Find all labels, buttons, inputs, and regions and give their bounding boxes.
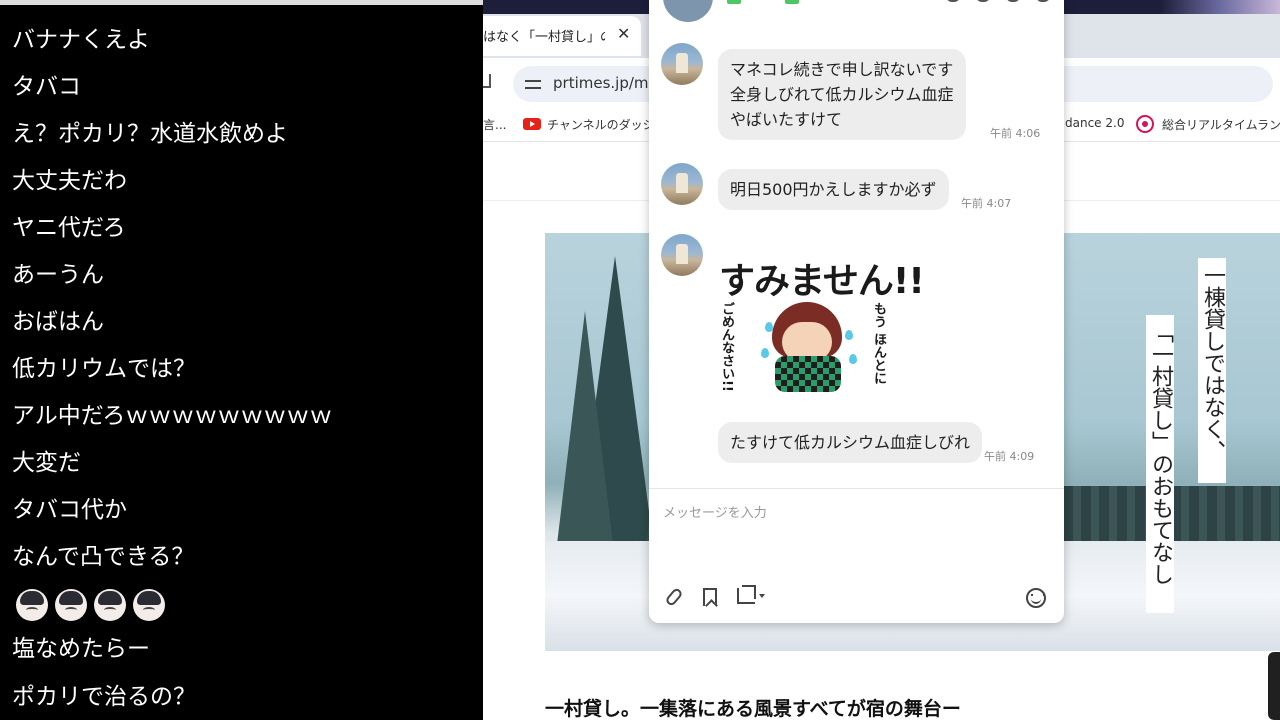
phone-icon[interactable] xyxy=(976,0,990,2)
comment: ポカリで治るの？ xyxy=(12,684,196,710)
sticker-character-body xyxy=(775,356,841,392)
tear-drop xyxy=(849,354,857,364)
youtube-icon xyxy=(523,118,541,130)
comment: 塩なめたらー xyxy=(12,636,150,662)
comment: 低カリウムでは？ xyxy=(12,356,196,382)
tear-drop xyxy=(761,348,769,358)
comment: アル中だろｗｗｗｗｗｗｗｗｗ xyxy=(12,403,333,429)
avatar[interactable] xyxy=(661,43,703,85)
comment: ヤニ代だろ xyxy=(12,215,126,241)
status-badge xyxy=(785,0,799,4)
ranking-icon xyxy=(1136,115,1154,133)
message-input[interactable]: メッセージを入力 xyxy=(663,502,767,521)
comment: タバコ xyxy=(12,74,81,100)
tab-title: はなく「一村貸し」のおも xyxy=(483,30,605,45)
sticker-text-right: もう ほんとに xyxy=(871,302,886,385)
screen: バナナくえよ タバコ え？ポカリ？水道水飲めよ 大丈夫だわ ヤニ代だろ あーうん… xyxy=(0,0,1280,720)
comment: 大変だ xyxy=(12,450,81,476)
avatar-emoji-icon xyxy=(55,589,87,621)
chevron-down-icon[interactable] xyxy=(759,594,765,598)
header-icons xyxy=(946,0,1050,2)
article-heading: 一村貸し。一集落にある風景すべてが宿の舞台ー xyxy=(545,698,961,720)
avatar-emoji-icon xyxy=(94,589,126,621)
tear-drop xyxy=(845,330,853,340)
message-bubble: マネコレ続きで申し訳ないです 全身しびれて低カルシウム血症 やばいたすけて xyxy=(718,49,966,140)
sticker[interactable]: すみません!! もう ほんとに ごめんなさい!! xyxy=(717,252,925,412)
comment: なんで凸できる？ xyxy=(12,544,195,570)
scrollbar-thumb[interactable] xyxy=(1268,652,1280,720)
comment: あーうん xyxy=(12,262,104,288)
sticker-text-left: ごめんなさい!! xyxy=(719,302,734,392)
comment-panel: バナナくえよ タバコ え？ポカリ？水道水飲めよ 大丈夫だわ ヤニ代だろ あーうん… xyxy=(0,0,483,720)
bookmark-partial[interactable]: 言... xyxy=(483,116,506,133)
message-time: 午前 4:09 xyxy=(984,450,1035,463)
message-bubble: たすけて低カルシウム血症しびれ xyxy=(718,422,983,463)
hero-vertical-text: 「一村貸し」のおもてなし xyxy=(1146,315,1174,613)
chat-window: マネコレ続きで申し訳ないです 全身しびれて低カルシウム血症 やばいたすけて 午前… xyxy=(649,0,1064,623)
comment: おばはん xyxy=(12,309,104,335)
status-badge xyxy=(727,0,741,4)
more-icon[interactable] xyxy=(1036,0,1050,2)
paperclip-icon[interactable] xyxy=(664,586,684,608)
search-icon[interactable] xyxy=(946,0,960,2)
emoji-icon[interactable] xyxy=(1026,588,1046,608)
avatar[interactable] xyxy=(661,163,703,205)
avatar[interactable] xyxy=(661,234,703,276)
sticker-text: すみません!! xyxy=(719,261,925,302)
hero-vertical-text: 一棟貸しではなく、 xyxy=(1198,258,1226,483)
comment: 大丈夫だわ xyxy=(12,168,127,194)
bookmark-dance[interactable]: dance 2.0 xyxy=(1065,116,1124,130)
comment: え？ポカリ？水道水飲めよ xyxy=(12,121,288,147)
emoji-comment xyxy=(16,589,165,621)
tab-active[interactable]: はなく「一村貸し」のおも ✕ xyxy=(483,16,641,56)
message-bubble: 明日500円かえしますか必ず xyxy=(718,169,949,210)
bookmark-icon[interactable] xyxy=(703,588,717,606)
comment: タバコ代か xyxy=(12,497,127,523)
chat-header xyxy=(649,0,1064,30)
home-icon[interactable] xyxy=(483,74,491,88)
close-icon[interactable]: ✕ xyxy=(617,24,630,43)
note-icon[interactable] xyxy=(1006,0,1020,2)
comment: バナナくえよ xyxy=(12,27,150,53)
site-settings-icon[interactable] xyxy=(525,76,541,92)
tear-drop xyxy=(765,322,773,332)
tree xyxy=(555,311,615,561)
message-time: 午前 4:06 xyxy=(990,127,1041,140)
avatar[interactable] xyxy=(663,0,713,22)
screenshot-icon[interactable] xyxy=(737,585,756,604)
message-time: 午前 4:07 xyxy=(961,197,1012,210)
url-text: prtimes.jp/ma xyxy=(553,74,658,92)
avatar-emoji-icon xyxy=(16,589,48,621)
input-divider xyxy=(649,488,1064,489)
bookmark-ranking[interactable]: 総合リアルタイムランキ xyxy=(1162,116,1280,133)
avatar-emoji-icon xyxy=(133,589,165,621)
